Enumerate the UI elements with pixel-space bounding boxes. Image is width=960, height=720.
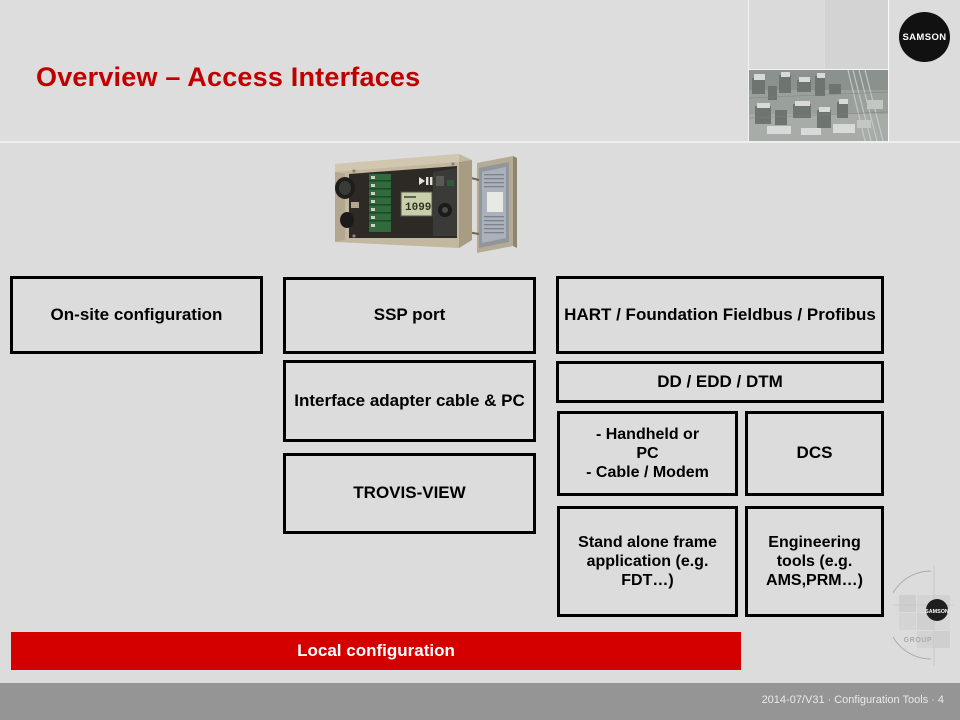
box-engineering-tools[interactable]: Engineering tools (e.g. AMS,PRM…) [745,506,884,617]
slide-canvas: SAMSON Overview – Access Interfaces 1099… [0,0,960,720]
box-handheld-pc-cable-modem[interactable]: - Handheld or PC - Cable / Modem [557,411,738,496]
box-on-site-configuration-label: On-site configuration [50,304,223,324]
local-configuration-banner-label: Local configuration [297,641,455,660]
samson-group-watermark: SAMSON GROUP [893,563,955,668]
box-ssp-port-label: SSP port [373,305,446,325]
box-dd-edd-dtm-label: DD / EDD / DTM [657,371,783,391]
box-trovis-view[interactable]: TROVIS-VIEW [283,453,536,534]
footer-separator-1: · [827,694,832,706]
box-on-site-configuration[interactable]: On-site configuration [10,276,263,354]
box-handheld-line-3: - Cable / Modem [586,464,709,482]
footer-section: Configuration Tools [834,694,929,706]
box-engineering-tools-label: Engineering tools (e.g. AMS,PRM…) [766,533,863,590]
svg-text:1099: 1099 [405,202,431,214]
box-interface-adapter-cable-pc-label: Interface adapter cable & PC [294,390,525,410]
aerial-city-photo [749,70,888,141]
box-ssp-port[interactable]: SSP port [283,277,536,354]
box-hart-foundation-fieldbus-profibus[interactable]: HART / Foundation Fieldbus / Profibus [556,276,884,354]
box-dcs-label: DCS [796,443,833,463]
footer-version: 2014-07/V31 [761,694,825,706]
header-tile-a [749,0,824,70]
box-handheld-line-2: PC [636,444,659,462]
box-hart-foundation-fieldbus-profibus-label: HART / Foundation Fieldbus / Profibus [564,304,876,324]
header-tile-b [825,0,888,70]
samson-watermark-group-text: GROUP [904,637,933,644]
box-stand-alone-frame-application[interactable]: Stand alone frame application (e.g. FDT…… [557,506,738,617]
local-configuration-banner[interactable]: Local configuration [11,632,741,670]
box-stand-alone-frame-application-label: Stand alone frame application (e.g. FDT…… [578,533,717,590]
samson-watermark-logo-text: SAMSON [925,609,949,615]
box-handheld-line-1: - Handheld or [595,425,700,443]
page-title: Overview – Access Interfaces [36,62,421,92]
footer-page-number: 4 [937,694,944,706]
box-interface-adapter-cable-pc[interactable]: Interface adapter cable & PC [283,360,536,442]
box-trovis-view-label: TROVIS-VIEW [353,483,466,503]
box-dcs[interactable]: DCS [745,411,884,496]
samson-logo-text: SAMSON [902,31,947,43]
footer-separator-2: · [931,694,935,706]
footer-meta: 2014-07/V31 · Configuration Tools · 4 [762,694,944,706]
samson-logo: SAMSON [899,12,950,62]
box-dd-edd-dtm[interactable]: DD / EDD / DTM [556,361,884,403]
positioner-device-photo: 1099 [327,150,579,262]
